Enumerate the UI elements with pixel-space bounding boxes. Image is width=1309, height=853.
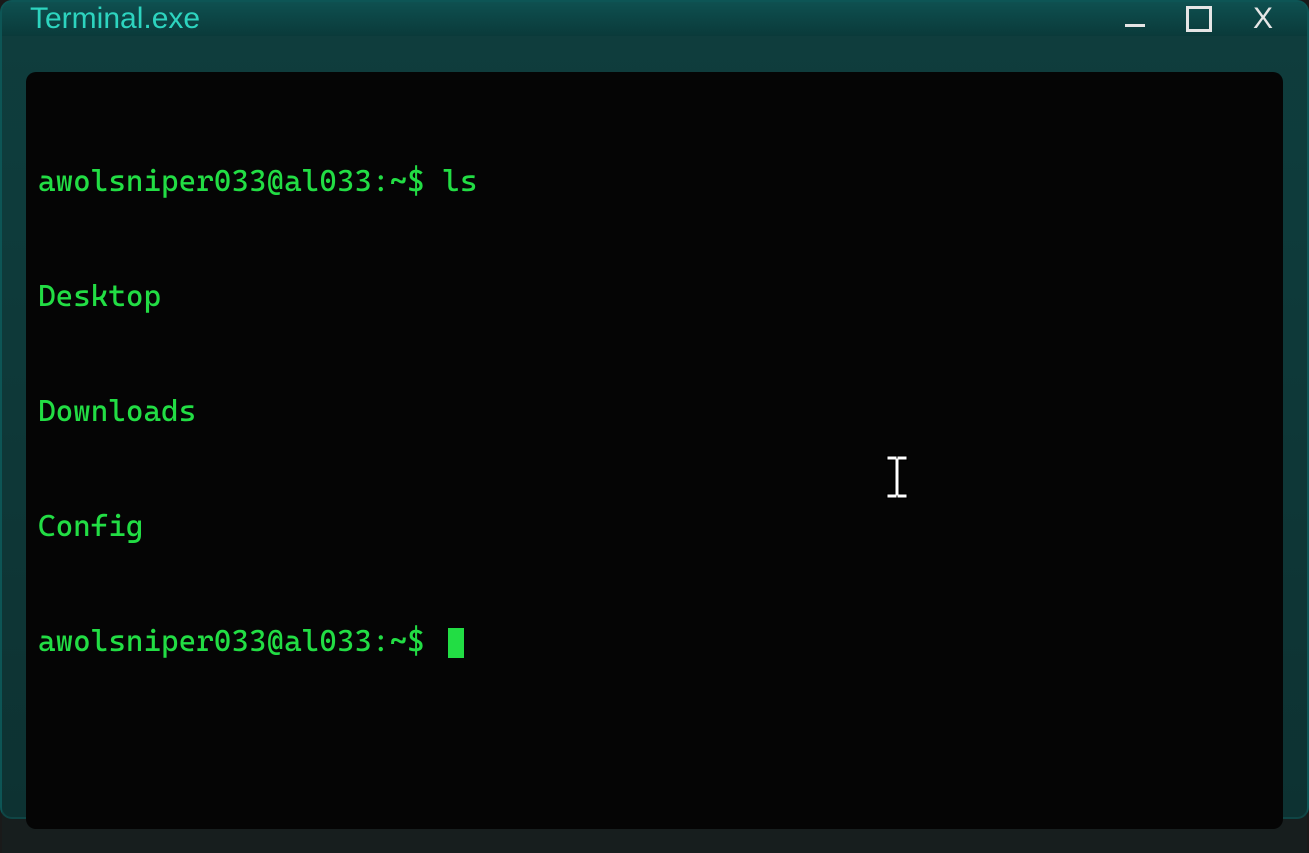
prompt-text: awolsniper033@al033:~$ — [38, 623, 442, 661]
terminal-output-line: Desktop — [38, 278, 1271, 316]
terminal-viewport[interactable]: awolsniper033@al033:~$ ls Desktop Downlo… — [26, 72, 1283, 829]
close-icon[interactable]: X — [1247, 3, 1279, 35]
terminal-line: awolsniper033@al033:~$ — [38, 623, 1271, 661]
prompt-text: awolsniper033@al033:~$ — [38, 164, 442, 199]
cursor-block-icon — [448, 628, 464, 658]
titlebar[interactable]: Terminal.exe X — [2, 2, 1307, 36]
minimize-icon[interactable] — [1119, 3, 1151, 35]
terminal-output-line: Downloads — [38, 393, 1271, 431]
text-cursor-icon — [884, 452, 910, 502]
command-text: ls — [442, 164, 477, 199]
client-area: awolsniper033@al033:~$ ls Desktop Downlo… — [2, 36, 1307, 853]
terminal-output-line: Config — [38, 508, 1271, 546]
maximize-icon[interactable] — [1183, 3, 1215, 35]
window-title: Terminal.exe — [30, 2, 200, 36]
terminal-window: Terminal.exe X awolsniper033@al033:~$ ls… — [0, 0, 1309, 819]
window-controls: X — [1119, 3, 1279, 35]
terminal-line: awolsniper033@al033:~$ ls — [38, 163, 1271, 201]
